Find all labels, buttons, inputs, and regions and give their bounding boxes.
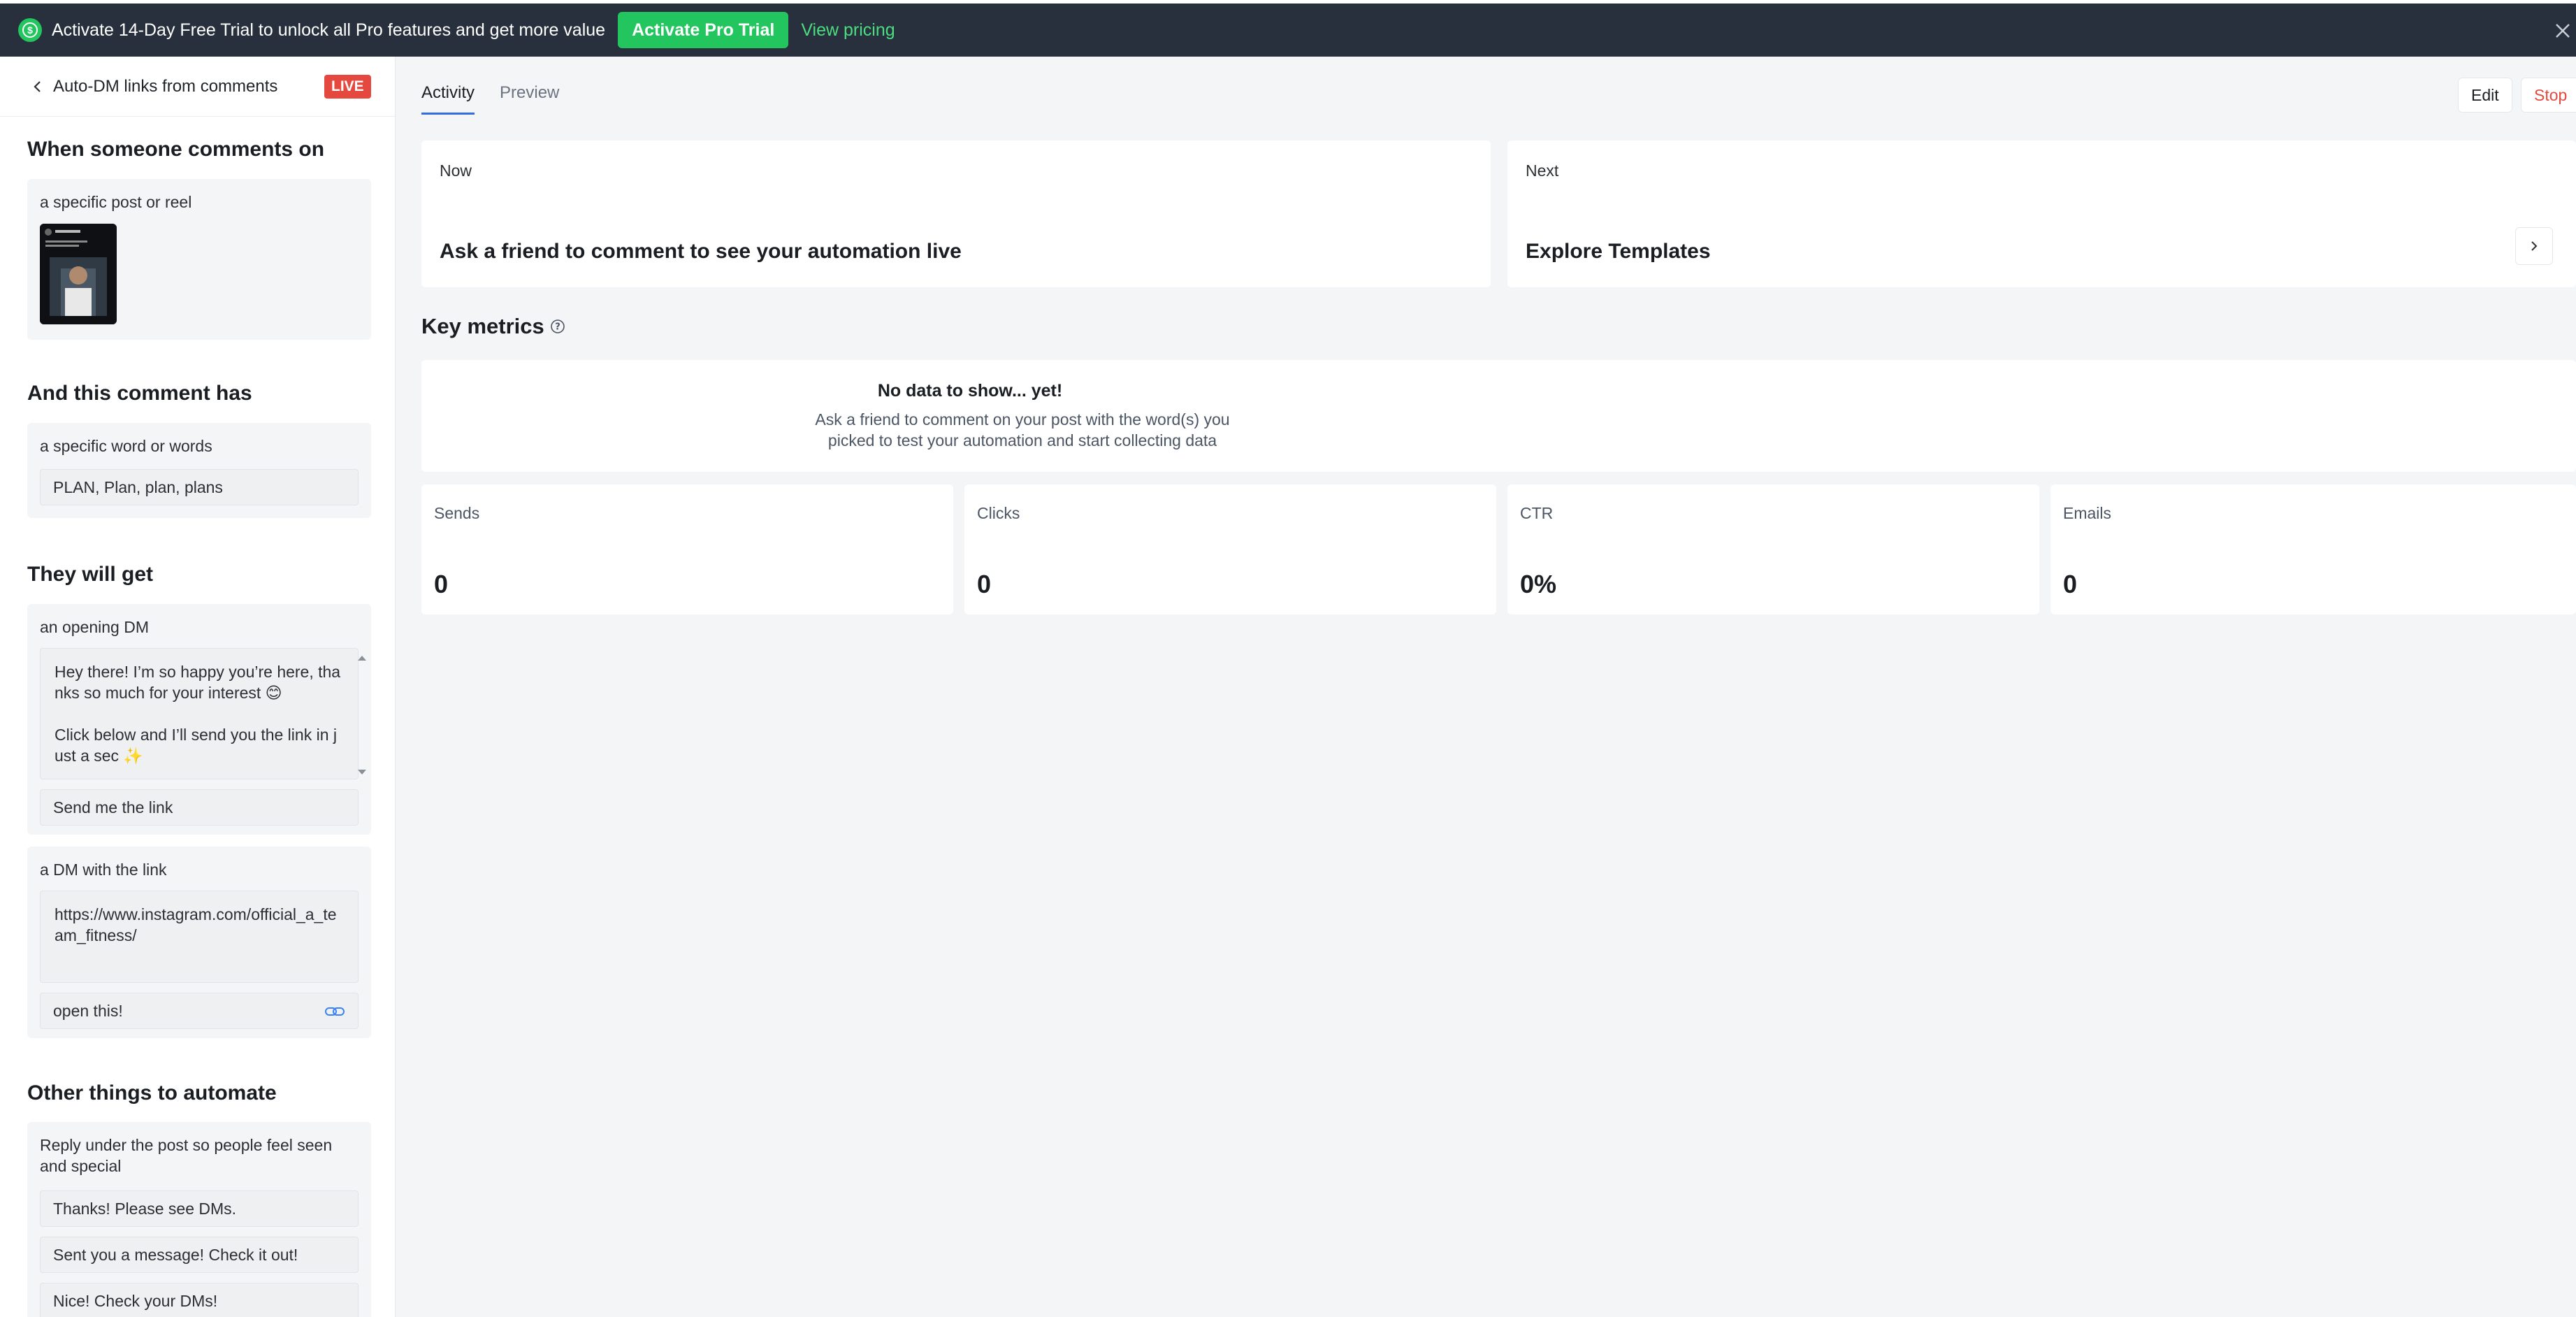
reply-option[interactable]: Nice! Check your DMs! bbox=[40, 1283, 359, 1317]
next-label: Next bbox=[1526, 161, 1559, 180]
now-text: Ask a friend to comment to see your auto… bbox=[440, 240, 962, 263]
stop-button[interactable]: Stop bbox=[2521, 78, 2576, 113]
opening-dm-textarea[interactable]: Hey there! I’m so happy you’re here, tha… bbox=[40, 648, 359, 779]
link-button-text: open this! bbox=[53, 1001, 123, 1020]
trigger-heading: When someone comments on bbox=[27, 138, 325, 161]
post-thumbnail[interactable] bbox=[40, 224, 117, 324]
tab-bar: Activity Preview bbox=[421, 83, 584, 115]
edit-button[interactable]: Edit bbox=[2458, 78, 2512, 113]
empty-state-text: Ask a friend to comment on your post wit… bbox=[815, 410, 1230, 449]
empty-state-title: No data to show... yet! bbox=[877, 381, 1063, 401]
reply-option[interactable]: Thanks! Please see DMs. bbox=[40, 1190, 359, 1227]
reward-heading: They will get bbox=[27, 563, 154, 586]
condition-card: a specific word or words PLAN, Plan, pla… bbox=[27, 423, 371, 518]
now-label: Now bbox=[440, 161, 472, 180]
sidebar-header: Auto-DM links from comments LIVE bbox=[0, 57, 395, 117]
status-badge: LIVE bbox=[324, 75, 371, 99]
activate-pro-trial-button[interactable]: Activate Pro Trial bbox=[618, 12, 789, 48]
help-icon[interactable]: ? bbox=[550, 319, 565, 334]
svg-text:?: ? bbox=[555, 322, 560, 333]
next-card[interactable]: Next Explore Templates bbox=[1507, 141, 2576, 287]
next-text: Explore Templates bbox=[1526, 240, 1711, 263]
automation-title: Auto-DM links from comments bbox=[53, 76, 278, 96]
metric-card-ctr: CTR 0% bbox=[1507, 484, 2039, 614]
other-heading: Other things to automate bbox=[27, 1081, 277, 1104]
other-label: Reply under the post so people feel seen… bbox=[40, 1136, 333, 1175]
now-card: Now Ask a friend to comment to see your … bbox=[421, 141, 1491, 287]
main-content: Activity Preview Edit Stop Now Ask a fri… bbox=[396, 57, 2576, 1317]
metric-card-emails: Emails 0 bbox=[2050, 484, 2576, 614]
banner-message: Activate 14-Day Free Trial to unlock all… bbox=[52, 20, 606, 40]
metric-label: Emails bbox=[2063, 504, 2112, 522]
dollar-circle-icon: $ bbox=[18, 18, 42, 42]
metric-value: 0 bbox=[2063, 570, 2078, 598]
metric-card-clicks: Clicks 0 bbox=[964, 484, 1496, 614]
opening-dm-label: an opening DM bbox=[40, 618, 149, 636]
link-dm-label: a DM with the link bbox=[40, 861, 167, 879]
link-button-text-field[interactable]: open this! bbox=[40, 993, 359, 1029]
scroll-up-icon[interactable] bbox=[357, 654, 367, 661]
trial-banner: $ Activate 14-Day Free Trial to unlock a… bbox=[0, 3, 2576, 57]
metric-label: Clicks bbox=[977, 504, 1020, 522]
metric-value: 0% bbox=[1520, 570, 1557, 598]
dm-button-text-field[interactable]: Send me the link bbox=[40, 789, 359, 826]
chevron-right-icon bbox=[2531, 241, 2538, 251]
link-url-textarea[interactable]: https://www.instagram.com/official_a_tea… bbox=[40, 891, 359, 983]
trigger-card[interactable]: a specific post or reel bbox=[27, 179, 371, 340]
metric-value: 0 bbox=[434, 570, 449, 598]
view-pricing-link[interactable]: View pricing bbox=[801, 20, 895, 41]
automation-sidebar: Auto-DM links from comments LIVE When so… bbox=[0, 57, 396, 1317]
link-dm-card: a DM with the link https://www.instagram… bbox=[27, 847, 371, 1038]
scroll-down-icon[interactable] bbox=[357, 769, 367, 776]
metric-label: Sends bbox=[434, 504, 480, 522]
other-card: Reply under the post so people feel seen… bbox=[27, 1122, 371, 1317]
metric-card-sends: Sends 0 bbox=[421, 484, 953, 614]
metric-label: CTR bbox=[1520, 504, 1554, 522]
chevron-left-icon[interactable] bbox=[31, 80, 45, 94]
key-metrics-heading: Key metrics ? bbox=[421, 314, 565, 339]
trigger-label: a specific post or reel bbox=[40, 193, 192, 211]
metric-value: 0 bbox=[977, 570, 992, 598]
condition-heading: And this comment has bbox=[27, 382, 252, 405]
condition-label: a specific word or words bbox=[40, 437, 212, 455]
tab-preview[interactable]: Preview bbox=[500, 83, 559, 115]
keywords-field[interactable]: PLAN, Plan, plan, plans bbox=[40, 469, 359, 505]
tab-activity[interactable]: Activity bbox=[421, 83, 475, 115]
close-icon[interactable] bbox=[2548, 16, 2576, 44]
reply-option[interactable]: Sent you a message! Check it out! bbox=[40, 1237, 359, 1273]
link-icon[interactable] bbox=[324, 1005, 345, 1019]
empty-state-card: No data to show... yet! Ask a friend to … bbox=[421, 360, 2576, 472]
next-arrow-button[interactable] bbox=[2515, 227, 2553, 265]
key-metrics-title: Key metrics bbox=[421, 314, 544, 338]
opening-dm-card: an opening DM Hey there! I’m so happy yo… bbox=[27, 604, 371, 835]
